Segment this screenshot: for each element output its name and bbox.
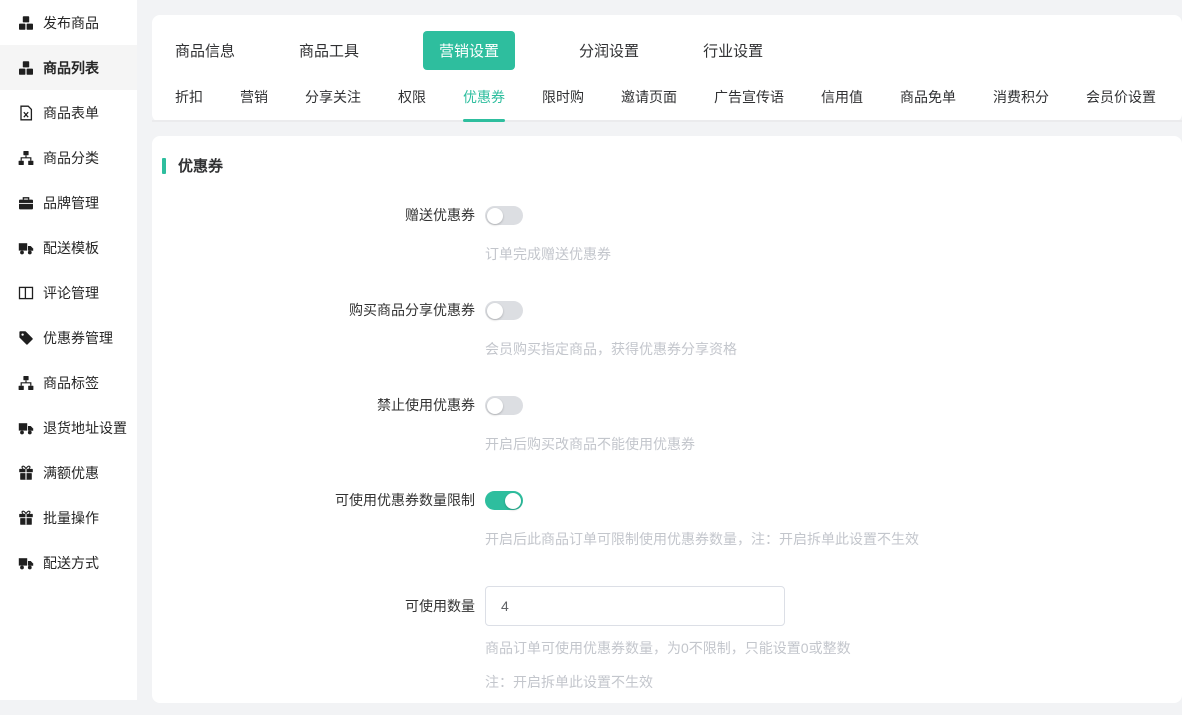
row-buy-share-coupon: 购买商品分享优惠券 会员购买指定商品，获得优惠券分享资格	[152, 301, 1182, 359]
toggle-knob	[487, 303, 503, 319]
subtab-free-order[interactable]: 商品免单	[900, 76, 956, 120]
sidebar-item-shipping-template[interactable]: 配送模板	[0, 225, 137, 270]
field-label: 购买商品分享优惠券	[152, 301, 475, 359]
gift-coupon-toggle[interactable]	[485, 206, 523, 225]
sidebar-item-return-address[interactable]: 退货地址设置	[0, 405, 137, 450]
tab-profit-settings[interactable]: 分润设置	[579, 40, 639, 61]
subtab-consume-points[interactable]: 消费积分	[993, 76, 1049, 120]
sidebar-item-label: 品牌管理	[43, 193, 99, 213]
subtab-ad-slogan[interactable]: 广告宣传语	[714, 76, 784, 120]
tab-marketing-settings[interactable]: 营销设置	[423, 31, 515, 70]
buy-share-coupon-toggle[interactable]	[485, 301, 523, 320]
sidebar: 发布商品 商品列表 商品表单 商品分类 品牌管理 配送模板 评论管理 优惠券管理…	[0, 0, 137, 700]
field-label: 可使用数量	[152, 586, 475, 692]
field-hint: 商品订单可使用优惠券数量，为0不限制，只能设置0或整数	[485, 639, 851, 658]
cubes-icon	[18, 60, 34, 76]
subtab-permission[interactable]: 权限	[398, 76, 426, 120]
field-label: 赠送优惠券	[152, 206, 475, 264]
sidebar-item-full-discount[interactable]: 满额优惠	[0, 450, 137, 495]
field-hint: 开启后此商品订单可限制使用优惠券数量，注：开启拆单此设置不生效	[485, 530, 919, 549]
toggle-knob	[505, 493, 521, 509]
sidebar-item-product-category[interactable]: 商品分类	[0, 135, 137, 180]
primary-tabs: 商品信息 商品工具 营销设置 分润设置 行业设置	[152, 32, 1182, 69]
sidebar-item-label: 满额优惠	[43, 463, 99, 483]
gift-icon	[18, 510, 34, 526]
field-label: 可使用优惠券数量限制	[152, 491, 475, 549]
truck-icon	[18, 420, 34, 436]
tab-product-info[interactable]: 商品信息	[175, 40, 235, 61]
gift-icon	[18, 465, 34, 481]
sidebar-item-brand-management[interactable]: 品牌管理	[0, 180, 137, 225]
sidebar-item-batch-operation[interactable]: 批量操作	[0, 495, 137, 540]
cubes-icon	[18, 15, 34, 31]
file-form-icon	[18, 105, 34, 121]
coupon-settings-card: 优惠券 赠送优惠券 订单完成赠送优惠券 购买商品分享优惠券 会员购买指定商品，获…	[152, 136, 1182, 703]
sidebar-item-product-form[interactable]: 商品表单	[0, 90, 137, 135]
section-title: 优惠券	[152, 155, 1182, 176]
subtab-share-follow[interactable]: 分享关注	[305, 76, 361, 120]
usable-count-input[interactable]	[485, 586, 785, 626]
secondary-tabs: 折扣 营销 分享关注 权限 优惠券 限时购 邀请页面 广告宣传语 信用值 商品免…	[152, 76, 1182, 122]
subtab-invite-page[interactable]: 邀请页面	[621, 76, 677, 120]
sidebar-item-coupon-management[interactable]: 优惠券管理	[0, 315, 137, 360]
subtab-flash-sale[interactable]: 限时购	[542, 76, 584, 120]
sidebar-item-label: 商品表单	[43, 103, 99, 123]
toggle-knob	[487, 208, 503, 224]
tag-icon	[18, 330, 34, 346]
row-coupon-limit: 可使用优惠券数量限制 开启后此商品订单可限制使用优惠券数量，注：开启拆单此设置不…	[152, 491, 1182, 549]
sidebar-item-label: 退货地址设置	[43, 418, 127, 438]
toggle-knob	[487, 398, 503, 414]
truck-icon	[18, 240, 34, 256]
row-gift-coupon: 赠送优惠券 订单完成赠送优惠券	[152, 206, 1182, 264]
sidebar-item-label: 评论管理	[43, 283, 99, 303]
sidebar-item-publish-product[interactable]: 发布商品	[0, 0, 137, 45]
sidebar-item-product-tags[interactable]: 商品标签	[0, 360, 137, 405]
sidebar-item-shipping-method[interactable]: 配送方式	[0, 540, 137, 585]
tabs-card: 商品信息 商品工具 营销设置 分润设置 行业设置 折扣 营销 分享关注 权限 优…	[152, 15, 1182, 122]
sidebar-item-label: 优惠券管理	[43, 328, 113, 348]
sidebar-item-label: 发布商品	[43, 13, 99, 33]
sidebar-item-label: 商品列表	[43, 58, 99, 78]
section-title-text: 优惠券	[178, 155, 223, 176]
field-hint: 开启后购买改商品不能使用优惠券	[485, 435, 695, 454]
sitemap-icon	[18, 375, 34, 391]
sidebar-item-label: 批量操作	[43, 508, 99, 528]
field-label: 禁止使用优惠券	[152, 396, 475, 454]
subtab-credit-value[interactable]: 信用值	[821, 76, 863, 120]
field-hint: 会员购买指定商品，获得优惠券分享资格	[485, 340, 737, 359]
briefcase-icon	[18, 195, 34, 211]
truck-icon	[18, 555, 34, 571]
coupon-limit-toggle[interactable]	[485, 491, 523, 510]
sidebar-item-label: 商品分类	[43, 148, 99, 168]
field-hint: 注：开启拆单此设置不生效	[485, 673, 851, 692]
row-forbid-coupon: 禁止使用优惠券 开启后购买改商品不能使用优惠券	[152, 396, 1182, 454]
tab-industry-settings[interactable]: 行业设置	[703, 40, 763, 61]
subtab-discount[interactable]: 折扣	[175, 76, 203, 120]
subtab-member-price[interactable]: 会员价设置	[1086, 76, 1156, 120]
coupon-form: 赠送优惠券 订单完成赠送优惠券 购买商品分享优惠券 会员购买指定商品，获得优惠券…	[152, 206, 1182, 692]
sidebar-item-review-management[interactable]: 评论管理	[0, 270, 137, 315]
sitemap-icon	[18, 150, 34, 166]
field-hint: 订单完成赠送优惠券	[485, 245, 611, 264]
subtab-marketing[interactable]: 营销	[240, 76, 268, 120]
row-usable-count: 可使用数量 商品订单可使用优惠券数量，为0不限制，只能设置0或整数 注：开启拆单…	[152, 586, 1182, 692]
forbid-coupon-toggle[interactable]	[485, 396, 523, 415]
tab-product-tools[interactable]: 商品工具	[299, 40, 359, 61]
columns-icon	[18, 285, 34, 301]
main-content: 商品信息 商品工具 营销设置 分润设置 行业设置 折扣 营销 分享关注 权限 优…	[152, 15, 1182, 703]
subtab-coupon[interactable]: 优惠券	[463, 76, 505, 120]
sidebar-item-label: 商品标签	[43, 373, 99, 393]
sidebar-item-product-list[interactable]: 商品列表	[0, 45, 137, 90]
title-accent-bar	[162, 158, 166, 174]
sidebar-item-label: 配送模板	[43, 238, 99, 258]
sidebar-item-label: 配送方式	[43, 553, 99, 573]
